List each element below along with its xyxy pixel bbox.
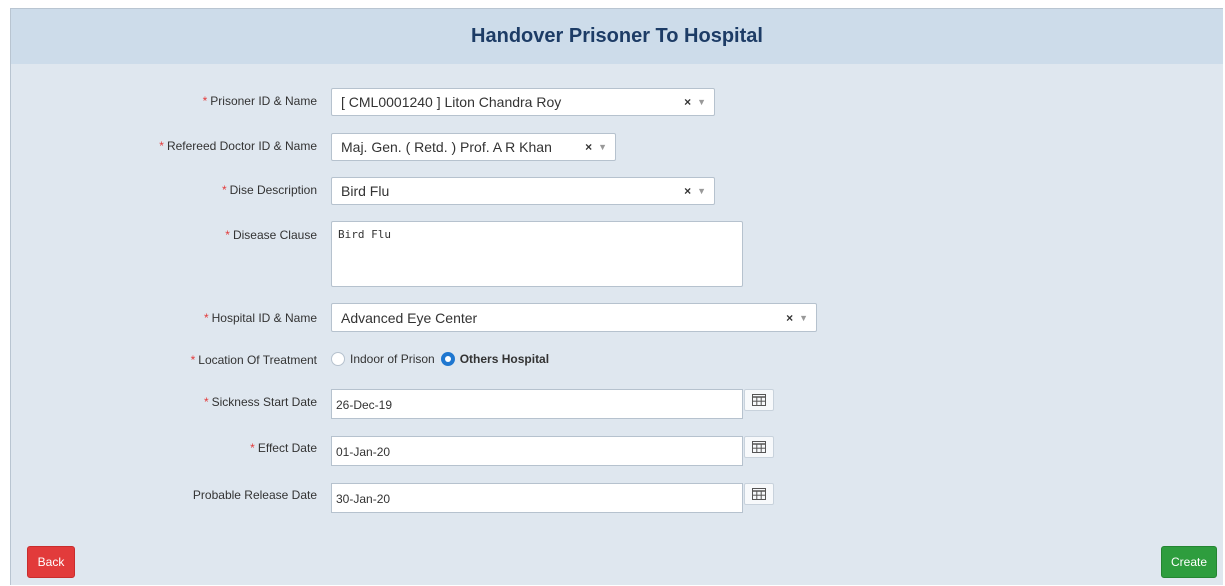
- prisoner-clear-icon[interactable]: ×: [684, 95, 691, 109]
- prisoner-label: * Prisoner ID & Name: [202, 94, 317, 108]
- release-date-label: Probable Release Date: [192, 488, 317, 502]
- radio-others-hospital[interactable]: [440, 352, 455, 366]
- required-mark: *: [202, 94, 208, 108]
- doctor-clear-icon[interactable]: ×: [585, 140, 592, 154]
- hospital-value: Advanced Eye Center: [341, 309, 478, 326]
- effect-date-calendar-button[interactable]: [744, 436, 774, 458]
- prisoner-select[interactable]: [ CML0001240 ] Liton Chandra Roy × ▼: [331, 88, 715, 116]
- radio-indoor-label[interactable]: Indoor of Prison: [350, 352, 435, 366]
- hospital-label: * Hospital ID & Name: [203, 311, 317, 325]
- dise-description-label: * Dise Description: [221, 183, 317, 197]
- required-mark: *: [190, 353, 196, 367]
- effect-date-value: 01-Jan-20: [336, 445, 391, 459]
- required-mark: *: [250, 441, 255, 455]
- sickness-start-label: * Sickness Start Date: [203, 395, 317, 409]
- dise-description-value: Bird Flu: [341, 183, 390, 199]
- page-title: Handover Prisoner To Hospital: [471, 25, 763, 47]
- disease-clause-textarea[interactable]: Bird Flu: [331, 221, 743, 287]
- sickness-start-date-value: 26-Dec-19: [336, 398, 393, 412]
- chevron-down-icon[interactable]: ▼: [799, 313, 808, 323]
- sickness-start-date-input[interactable]: 26-Dec-19: [331, 389, 743, 419]
- hospital-clear-icon[interactable]: ×: [786, 311, 793, 325]
- prisoner-value: [ CML0001240 ] Liton Chandra Roy: [341, 94, 562, 110]
- required-mark: *: [221, 183, 227, 197]
- required-mark: *: [225, 228, 230, 242]
- chevron-down-icon[interactable]: ▼: [697, 97, 706, 107]
- location-radio-group: Indoor of Prison Others Hospital: [331, 349, 549, 369]
- chevron-down-icon[interactable]: ▼: [598, 142, 607, 152]
- dise-description-select[interactable]: Bird Flu × ▼: [331, 177, 715, 205]
- location-label: * Location Of Treatment: [190, 353, 317, 367]
- required-mark: *: [203, 395, 209, 409]
- hospital-select[interactable]: Advanced Eye Center × ▼: [331, 303, 817, 332]
- calendar-icon: [752, 394, 766, 406]
- doctor-select[interactable]: Maj. Gen. ( Retd. ) Prof. A R Khan × ▼: [331, 133, 616, 161]
- release-date-calendar-button[interactable]: [744, 483, 774, 505]
- release-date-value: 30-Jan-20: [336, 492, 391, 506]
- create-button[interactable]: Create: [1161, 546, 1217, 578]
- form-header: Handover Prisoner To Hospital: [11, 9, 1223, 64]
- disease-clause-label: * Disease Clause: [225, 228, 317, 242]
- dise-clear-icon[interactable]: ×: [684, 184, 691, 198]
- doctor-value: Maj. Gen. ( Retd. ) Prof. A R Khan: [341, 139, 552, 155]
- radio-indoor-of-prison[interactable]: [331, 352, 345, 366]
- sickness-start-calendar-button[interactable]: [744, 389, 774, 411]
- radio-others-label[interactable]: Others Hospital: [460, 352, 549, 366]
- back-button[interactable]: Back: [27, 546, 75, 578]
- release-date-input[interactable]: 30-Jan-20: [331, 483, 743, 513]
- doctor-label: * Refereed Doctor ID & Name: [159, 139, 317, 153]
- calendar-icon: [752, 488, 766, 500]
- calendar-icon: [752, 441, 766, 453]
- form-panel: Handover Prisoner To Hospital * Prisoner …: [10, 8, 1223, 585]
- effect-date-label: * Effect Date: [250, 441, 317, 455]
- required-mark: *: [203, 311, 209, 325]
- chevron-down-icon[interactable]: ▼: [697, 186, 706, 196]
- effect-date-input[interactable]: 01-Jan-20: [331, 436, 743, 466]
- required-mark: *: [159, 139, 164, 153]
